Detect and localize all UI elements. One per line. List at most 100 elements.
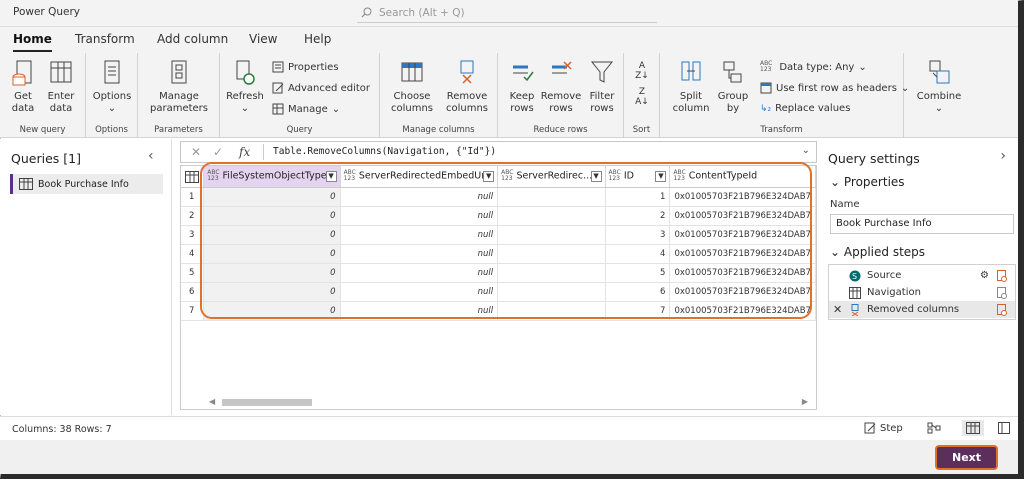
advanced-editor-button[interactable]: Advanced editor [272,82,370,94]
column-dropdown-icon[interactable]: ▼ [325,171,337,182]
tab-add-column[interactable]: Add column [157,32,228,46]
collapse-queries-icon[interactable]: ‹ [148,148,154,164]
table-cell: 4 [605,244,671,264]
group-by-button[interactable]: Group by [716,59,750,115]
data-type-dropdown[interactable]: ABC 123 Data type: Any ⌄ [760,61,867,73]
table-view-icon[interactable] [962,420,984,436]
table-row[interactable]: 2 0 null 2 0x01005703F21B796E324DAB7 [181,206,816,226]
tab-home[interactable]: Home [13,32,52,52]
table-icon [849,286,861,299]
database-icon [12,60,32,86]
step-button[interactable]: Step [864,422,903,434]
formula-text[interactable]: Table.RemoveColumns(Navigation, {"Id"}) [273,146,496,157]
fx-icon[interactable]: fx [239,145,250,159]
search-box[interactable]: Search (Alt + Q) [357,3,657,23]
table-row[interactable]: 4 0 null 4 0x01005703F21B796E324DAB7 [181,244,816,264]
table-cell: 0 [203,187,341,207]
table-cell: 2 [605,206,671,226]
get-data-button[interactable]: Get data [6,59,40,115]
row-number[interactable]: 1 [181,187,205,207]
table-cell: 0x01005703F21B796E324DAB7 [669,263,816,283]
cancel-formula-icon[interactable]: ✕ [191,145,201,159]
scroll-right-icon[interactable]: ▶ [802,397,808,406]
schema-view-icon[interactable] [998,422,1010,434]
column-header[interactable]: ABC 123 ServerRedirec... ▼ [497,166,606,188]
tab-help[interactable]: Help [304,32,331,46]
row-number[interactable]: 4 [181,244,205,264]
use-first-row-headers-button[interactable]: Use first row as headers ⌄ [760,82,909,94]
remove-rows-icon [552,61,572,74]
manage-button[interactable]: Manage ⌄ [272,103,340,115]
column-dropdown-icon[interactable]: ▼ [655,171,667,182]
column-header[interactable]: ABC 123 ContentTypeId [669,166,816,188]
enter-data-button[interactable]: Enter data [44,59,78,115]
remove-rows-button[interactable]: Remove rows [540,59,582,115]
choose-columns-button[interactable]: Choose columns [384,59,440,115]
formula-bar: ✕ ✓ fx Table.RemoveColumns(Navigation, {… [180,141,817,163]
group-transform: Split column Group by ABC 123 Data type: … [660,53,909,138]
table-menu-button[interactable] [181,166,205,188]
column-header[interactable]: ABC 123 ServerRedirectedEmbedUri ▼ [340,166,499,188]
properties-button[interactable]: Properties [272,61,339,73]
step-navigation[interactable]: Navigation [829,284,1015,301]
menu-bar: Home Transform Add column View Help [0,27,1018,53]
table-row[interactable]: 5 0 null 5 0x01005703F21B796E324DAB7 [181,263,816,283]
table-row[interactable]: 1 0 null 1 0x01005703F21B796E324DAB7 [181,187,816,207]
confirm-formula-icon[interactable]: ✓ [213,145,223,159]
row-number[interactable]: 7 [181,301,205,321]
remove-rows-label: Remove rows [540,91,582,114]
diagram-view-icon[interactable] [927,422,941,434]
keep-rows-button[interactable]: Keep rows [504,59,540,115]
sort-descending-button[interactable]: Z A↓ [632,87,652,107]
options-icon [104,60,120,84]
query-item[interactable]: Book Purchase Info [10,174,163,194]
expand-formula-icon[interactable]: ⌄ [802,145,810,156]
table-cell: null [340,301,499,321]
column-header[interactable]: ABC 123 FileSystemObjectType ▼ [203,166,341,188]
step-removed-columns[interactable]: ✕ Removed columns [829,301,1015,318]
applied-steps-section[interactable]: ⌄ Applied steps [830,245,925,259]
combine-button[interactable]: Combine ⌄ [912,59,966,115]
tab-transform[interactable]: Transform [75,32,135,46]
table-row[interactable]: 7 0 null 7 0x01005703F21B796E324DAB7 [181,301,816,321]
combine-icon [929,60,950,84]
column-dropdown-icon[interactable]: ▼ [483,171,495,182]
horizontal-scrollbar[interactable]: ◀ ▶ [206,397,811,407]
tab-view[interactable]: View [249,32,277,46]
remove-columns-button[interactable]: Remove columns [440,59,494,115]
headers-icon [760,82,772,94]
properties-section[interactable]: ⌄ Properties [830,175,905,189]
group-combine: Combine ⌄ [904,53,974,138]
gear-icon[interactable]: ⚙ [980,270,989,281]
sort-ascending-button[interactable]: A Z↓ [632,61,652,81]
filter-rows-button[interactable]: Filter rows [584,59,620,115]
step-source[interactable]: S Source ⚙ [829,267,1015,284]
collapse-settings-icon[interactable]: › [1000,148,1006,164]
delete-step-icon[interactable]: ✕ [833,303,842,316]
scroll-left-icon[interactable]: ◀ [209,397,215,406]
choose-columns-icon [401,62,423,82]
chevron-down-icon: ⌄ [830,245,841,259]
replace-values-button[interactable]: ↳₂ Replace values [760,103,850,114]
scrollbar-thumb[interactable] [222,399,312,406]
manage-parameters-button[interactable]: Manage parameters [144,59,214,115]
parameters-group-label: Parameters [154,125,203,135]
row-number[interactable]: 5 [181,263,205,283]
row-number[interactable]: 3 [181,225,205,245]
table-cell: null [340,187,499,207]
column-dropdown-icon[interactable]: ▼ [590,171,602,182]
next-button[interactable]: Next [935,445,998,470]
query-name-input[interactable]: Book Purchase Info [830,214,1014,234]
table-row[interactable]: 3 0 null 3 0x01005703F21B796E324DAB7 [181,225,816,245]
refresh-button[interactable]: Refresh ⌄ [226,59,264,115]
manage-icon [272,103,284,115]
split-column-button[interactable]: Split column [666,59,716,115]
row-number[interactable]: 6 [181,282,205,302]
choose-columns-label: Choose columns [390,91,434,114]
row-number[interactable]: 2 [181,206,205,226]
remove-columns-icon [851,303,859,316]
column-header[interactable]: ABC 123 ID ▼ [605,166,671,188]
options-button[interactable]: Options ⌄ [92,59,132,115]
table-row[interactable]: 6 0 null 6 0x01005703F21B796E324DAB7 [181,282,816,302]
manage-label: Manage [288,103,328,115]
